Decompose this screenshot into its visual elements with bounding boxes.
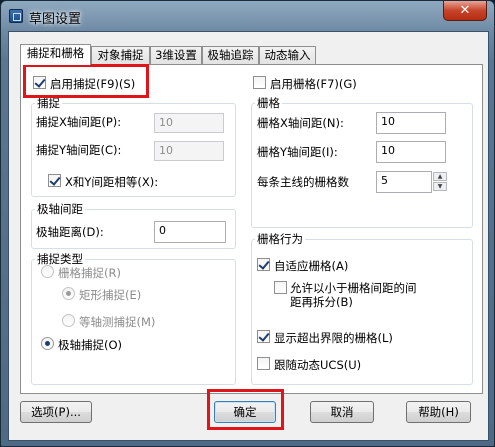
enable-snap-highlight-box [23, 64, 149, 98]
polar-distance-label: 极轴距离(D): [36, 225, 104, 239]
grid-y-spacing-input[interactable]: 10 [376, 141, 446, 163]
tab-polar-tracking[interactable]: 极轴追踪 [202, 46, 259, 64]
snap-x-spacing-input[interactable]: 10 [154, 113, 224, 133]
tab-snap-grid[interactable]: 捕捉和栅格 [20, 44, 91, 65]
display-beyond-limits-label[interactable]: 显示超出界限的栅格(L) [274, 330, 393, 346]
polar-spacing-group-label: 极轴间距 [35, 201, 85, 217]
close-button[interactable]: ✕ [443, 1, 487, 21]
rectangular-snap-radio[interactable] [62, 287, 75, 300]
snap-y-spacing-input[interactable]: 10 [154, 141, 224, 161]
enable-grid-label[interactable]: 启用栅格(F7)(G) [270, 76, 357, 92]
tab-object-snap[interactable]: 对象捕捉 [91, 46, 150, 64]
help-button[interactable]: 帮助(H) [406, 401, 471, 423]
isometric-snap-label[interactable]: 等轴测捕捉(M) [79, 314, 155, 330]
major-line-input[interactable]: 5 [376, 171, 432, 193]
major-line-label: 每条主线的栅格数 [257, 175, 349, 189]
grid-snap-radio[interactable] [41, 265, 54, 278]
grid-x-spacing-input[interactable]: 10 [376, 112, 446, 134]
tab-panel: 启用捕捉(F9)(S) 启用栅格(F7)(G) 捕捉 捕捉X轴间距(P): 10… [20, 64, 483, 394]
grid-group-label: 栅格 [255, 95, 282, 111]
rectangular-snap-label[interactable]: 矩形捕捉(E) [79, 287, 141, 303]
ok-button-highlight-box [207, 389, 284, 430]
major-line-spinner[interactable]: ▲ ▼ [433, 172, 447, 192]
polar-snap-label[interactable]: 极轴捕捉(O) [58, 337, 122, 353]
enable-grid-checkbox[interactable] [253, 76, 266, 89]
grid-snap-label[interactable]: 栅格捕捉(R) [58, 265, 121, 281]
spin-up-icon[interactable]: ▲ [433, 172, 447, 181]
title-bar[interactable]: 草图设置 ✕ [1, 1, 494, 31]
polar-distance-input[interactable]: 0 [154, 221, 226, 243]
window-title: 草图设置 [29, 12, 82, 27]
polar-snap-radio[interactable] [41, 337, 54, 350]
app-icon [9, 9, 23, 23]
equal-xy-spacing-label[interactable]: X和Y间距相等(X): [65, 174, 158, 190]
grid-behavior-group-label: 栅格行为 [255, 231, 305, 247]
spin-down-icon[interactable]: ▼ [433, 182, 447, 191]
isometric-snap-radio[interactable] [62, 314, 75, 327]
grid-y-spacing-label: 栅格Y轴间距(I): [257, 145, 338, 159]
follow-dynamic-ucs-label[interactable]: 跟随动态UCS(U) [274, 357, 361, 373]
subdivide-grid-checkbox[interactable] [274, 281, 287, 294]
snap-y-spacing-label: 捕捉Y轴间距(C): [36, 143, 122, 157]
tab-dynamic-input[interactable]: 动态输入 [259, 46, 316, 64]
adaptive-grid-label[interactable]: 自适应栅格(A) [274, 258, 348, 274]
adaptive-grid-checkbox[interactable] [257, 258, 270, 271]
cancel-button[interactable]: 取消 [310, 401, 374, 423]
snap-x-spacing-label: 捕捉X轴间距(P): [36, 115, 122, 129]
equal-xy-spacing-checkbox[interactable] [48, 174, 61, 187]
grid-x-spacing-label: 栅格X轴间距(N): [257, 116, 344, 130]
follow-dynamic-ucs-checkbox[interactable] [257, 357, 270, 370]
tab-3d-settings[interactable]: 3维设置 [150, 46, 202, 64]
display-beyond-limits-checkbox[interactable] [257, 330, 270, 343]
subdivide-grid-label-line2[interactable]: 距再拆分(B) [290, 294, 353, 310]
options-button[interactable]: 选项(P)... [20, 401, 92, 423]
